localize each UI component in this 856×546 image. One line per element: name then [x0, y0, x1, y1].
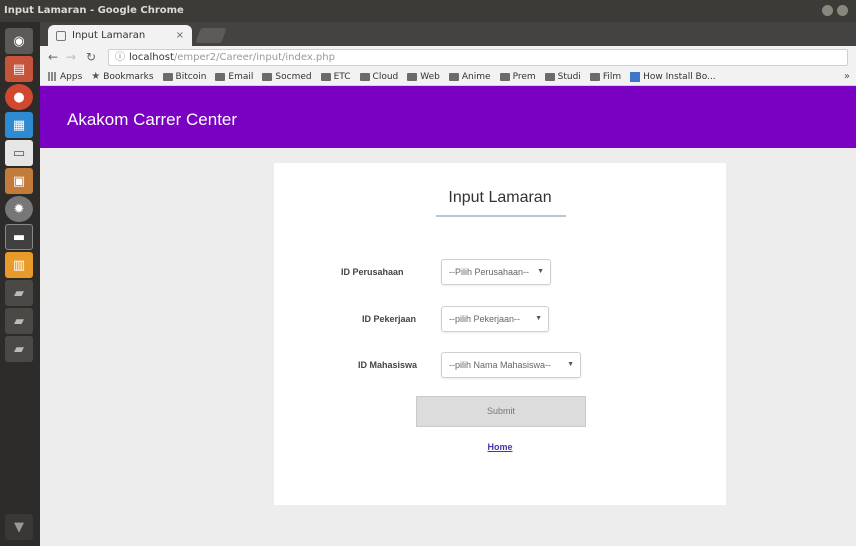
- title-underline: [436, 215, 566, 217]
- bookmark-label: Socmed: [275, 71, 312, 82]
- window-title: Input Lamaran - Google Chrome: [4, 5, 184, 16]
- folder-icon: [262, 72, 273, 81]
- folder-icon: [589, 72, 600, 81]
- bookmark-label: Bitcoin: [175, 71, 207, 82]
- launcher: ◉ ▤ ● ▦ ▭ ▣ ✹ ▬ ▥ ▰ ▰ ▰ ▼: [0, 22, 40, 546]
- dash-icon[interactable]: ◉: [5, 28, 33, 54]
- bookmarks-bar: Apps ★ Bookmarks Bitcoin Email Socmed ETC…: [40, 68, 856, 86]
- submit-button[interactable]: Submit: [416, 396, 586, 427]
- page-favicon-icon: [56, 30, 66, 41]
- address-bar[interactable]: ⓘ localhost/emper2/Career/input/index.php: [108, 49, 848, 66]
- apps-icon: [48, 72, 57, 81]
- bookmark-bitcoin[interactable]: Bitcoin: [162, 71, 207, 82]
- reload-icon[interactable]: ↻: [86, 49, 96, 65]
- bookmark-label: Apps: [60, 71, 83, 82]
- drive-icon-2[interactable]: ▰: [5, 308, 33, 334]
- browser-toolbar: ← → ↻ ⓘ localhost/emper2/Career/input/ind…: [40, 46, 856, 68]
- terminal-icon[interactable]: ▬: [5, 224, 33, 250]
- bookmark-label: Studi: [557, 71, 581, 82]
- new-tab-button[interactable]: [195, 28, 227, 43]
- bookmark-socmed[interactable]: Socmed: [262, 71, 312, 82]
- select-id-mahasiswa[interactable]: --pilih Nama Mahasiswa-- ▼: [441, 352, 581, 378]
- bookmark-studi[interactable]: Studi: [544, 71, 581, 82]
- trash-icon[interactable]: ▼: [5, 514, 33, 540]
- tab-input-lamaran[interactable]: Input Lamaran ×: [48, 25, 192, 46]
- select-value: --Pilih Perusahaan--: [449, 267, 530, 277]
- software-center-icon[interactable]: ▥: [5, 252, 33, 278]
- bookmark-cloud[interactable]: Cloud: [359, 71, 399, 82]
- folder-icon: [359, 72, 370, 81]
- folder-icon: [544, 72, 555, 81]
- label-id-mahasiswa: ID Mahasiswa: [358, 360, 418, 370]
- bookmark-label: Bookmarks: [103, 71, 154, 82]
- chevron-down-icon: ▼: [567, 361, 574, 368]
- doc-icon[interactable]: ▦: [5, 112, 33, 138]
- tab-close-icon[interactable]: ×: [176, 30, 184, 41]
- select-id-pekerjaan[interactable]: --pilih Pekerjaan-- ▼: [441, 306, 549, 332]
- label-id-pekerjaan: ID Pekerjaan: [362, 314, 417, 324]
- drive-icon-3[interactable]: ▰: [5, 336, 33, 362]
- bookmark-email[interactable]: Email: [215, 72, 253, 82]
- forward-icon[interactable]: →: [66, 49, 76, 65]
- folder-icon: [215, 72, 226, 81]
- url-path: /emper2/Career/input/index.php: [173, 52, 335, 63]
- form-title: Input Lamaran: [448, 189, 552, 206]
- folder-icon: [448, 72, 459, 81]
- folder-icon: [162, 72, 173, 81]
- bookmark-apps[interactable]: Apps: [48, 72, 82, 82]
- text-editor-icon[interactable]: ▭: [5, 140, 33, 166]
- bookmark-label: How Install Bo...: [643, 71, 716, 82]
- bookmark-label: Web: [420, 71, 440, 82]
- bookmark-label: Film: [602, 71, 622, 82]
- label-id-perusahaan: ID Perusahaan: [341, 267, 404, 277]
- close-button[interactable]: [837, 5, 848, 16]
- site-title[interactable]: Akakom Carrer Center: [67, 110, 237, 130]
- bookmark-label: Cloud: [372, 71, 399, 82]
- bookmark-label: Email: [228, 71, 254, 82]
- select-id-perusahaan[interactable]: --Pilih Perusahaan-- ▼: [441, 259, 551, 285]
- window-controls: [822, 5, 848, 16]
- home-link[interactable]: Home: [274, 442, 726, 452]
- select-value: --pilih Nama Mahasiswa--: [449, 360, 552, 370]
- bookmark-prem[interactable]: Prem: [499, 71, 536, 82]
- settings-icon[interactable]: ✹: [5, 196, 33, 222]
- bookmark-label: Anime: [461, 71, 491, 82]
- bookmark-label: Prem: [512, 71, 536, 82]
- folder-icon: [320, 72, 331, 81]
- bookmark-web[interactable]: Web: [407, 72, 440, 82]
- info-icon[interactable]: ⓘ: [115, 52, 125, 63]
- bookmarks-more-icon[interactable]: »: [844, 71, 850, 82]
- drive-icon[interactable]: ▰: [5, 280, 33, 306]
- chrome-icon[interactable]: ●: [5, 84, 33, 110]
- chevron-down-icon: ▼: [537, 268, 544, 275]
- chevron-down-icon: ▼: [535, 315, 542, 322]
- back-icon[interactable]: ←: [48, 49, 58, 65]
- tab-label: Input Lamaran: [72, 30, 146, 41]
- star-icon: ★: [91, 71, 101, 82]
- bookmark-anime[interactable]: Anime: [448, 71, 491, 82]
- folder-icon: [499, 72, 510, 81]
- form-card: Input Lamaran ID Perusahaan --Pilih Peru…: [274, 163, 726, 505]
- bookmark-label: ETC: [333, 71, 351, 82]
- bookmark-film[interactable]: Film: [589, 71, 622, 82]
- files-icon[interactable]: ▤: [5, 56, 33, 82]
- bookmark-bookmarks[interactable]: ★ Bookmarks: [91, 71, 153, 82]
- minimize-button[interactable]: [822, 5, 833, 16]
- bookmark-how-install[interactable]: How Install Bo...: [630, 71, 716, 82]
- select-value: --pilih Pekerjaan--: [449, 314, 521, 324]
- grid-icon: [630, 71, 641, 82]
- site-header: Akakom Carrer Center: [40, 86, 856, 148]
- url-host: localhost: [129, 52, 174, 63]
- package-icon[interactable]: ▣: [5, 168, 33, 194]
- bookmark-etc[interactable]: ETC: [320, 71, 351, 82]
- tab-strip: Input Lamaran ×: [40, 22, 856, 46]
- window-titlebar: Input Lamaran - Google Chrome: [0, 0, 856, 22]
- folder-icon: [407, 72, 418, 81]
